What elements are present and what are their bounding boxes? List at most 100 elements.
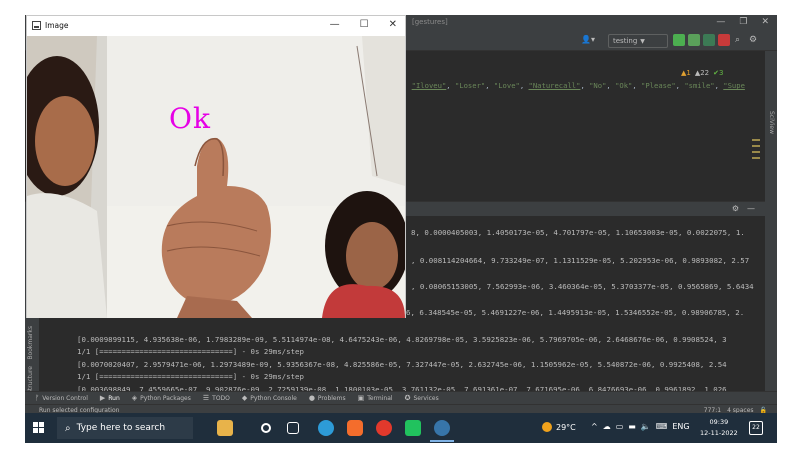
output-line: 1/1 [==============================] - 0… (77, 347, 304, 356)
output-line: 6, 6.348545e-05, 5.4691227e-06, 1.449591… (406, 308, 745, 317)
show-hidden-icons-icon[interactable]: ^ (591, 422, 598, 431)
clock-time: 09:39 (709, 418, 729, 426)
terminal-icon: ▣ (357, 394, 365, 402)
cloud-icon[interactable]: ☁ (603, 422, 611, 431)
pycharm-icon[interactable] (405, 420, 421, 436)
camera-frame: Ok (27, 36, 405, 318)
image-window-titlebar[interactable]: Image — ☐ ✕ (27, 16, 405, 36)
run-config-label: testing (613, 37, 638, 45)
search-icon[interactable]: ⌕ (735, 34, 747, 46)
language-indicator[interactable]: ENG (672, 422, 689, 431)
code-separator: , (446, 81, 455, 90)
inspection-widget[interactable]: ▲1 ▲22 ✔3 (681, 69, 723, 77)
tool-window-tabs: ᚠ Version Control ▶ Run ◈ Python Packages ☰ TOD… (25, 391, 777, 404)
tab-label: TODO (212, 394, 230, 402)
file-explorer-icon[interactable] (287, 422, 299, 434)
windows-taskbar: ⌕ Type here to search 29°C ^ ☁ ▭ ▬ 🔈 ⌨ E… (25, 413, 777, 443)
tab-label: Problems (317, 394, 346, 402)
taskbar-search-box[interactable]: ⌕ Type here to search (57, 417, 193, 439)
problems-icon: ● (308, 394, 315, 402)
network-icon[interactable]: ▭ (616, 422, 624, 431)
cortana-icon[interactable] (217, 420, 233, 436)
active-app-indicator (430, 440, 454, 442)
sun-icon (542, 422, 552, 432)
structure-tab[interactable]: Structure (27, 366, 34, 394)
windows-start-icon[interactable] (33, 422, 45, 434)
ide-close-icon[interactable]: ✕ (761, 17, 769, 27)
tab-version-control[interactable]: ᚠ Version Control (35, 394, 88, 402)
todo-icon: ☰ (202, 394, 210, 402)
sciview-tab[interactable]: SciView (768, 111, 775, 134)
version-control-icon: ᚠ (35, 394, 40, 402)
python-icon[interactable] (434, 420, 450, 436)
output-line: 8, 0.0000405003, 1.4050173e-05, 4.701797… (411, 228, 745, 237)
search-placeholder: Type here to search (76, 423, 166, 433)
code-separator: , (632, 81, 642, 90)
tab-label: Python Packages (140, 394, 191, 402)
error-stripe-marks[interactable] (752, 139, 760, 179)
weather-temp: 29°C (556, 422, 576, 432)
bookmarks-tab[interactable]: Bookmarks (27, 326, 34, 360)
output-line: [0.0009899115, 4.935638e-06, 1.7983289e-… (77, 335, 727, 344)
code-string-literal: "smile" (684, 81, 715, 90)
chevron-down-icon: ▼ (640, 37, 645, 45)
debug-icon[interactable] (688, 34, 700, 46)
ide-minimize-icon[interactable]: — (716, 17, 725, 27)
run-icon[interactable] (673, 34, 685, 46)
weather-widget[interactable]: 29°C (542, 422, 576, 432)
code-string-literal: "Naturecall" (528, 81, 581, 90)
window-icon (32, 21, 41, 30)
coverage-icon[interactable] (703, 34, 715, 46)
webcam-image (27, 36, 405, 318)
tab-label: Python Console (250, 394, 297, 402)
clock[interactable]: 09:39 12-11-2022 (700, 417, 738, 439)
code-string-literal: "Please" (641, 81, 676, 90)
close-icon[interactable]: ✕ (389, 19, 397, 30)
clock-date: 12-11-2022 (700, 429, 738, 437)
code-string-literal: "No" (589, 81, 607, 90)
code-string-literal: "Ok" (615, 81, 633, 90)
tab-terminal[interactable]: ▣ Terminal (358, 394, 393, 402)
edge-icon[interactable] (318, 420, 334, 436)
code-separator: , (519, 81, 529, 90)
brave-icon[interactable] (347, 420, 363, 436)
output-line: , 0.08065153005, 7.562993e-06, 3.460364e… (411, 282, 754, 291)
tab-run[interactable]: ▶ Run (100, 394, 120, 402)
minimize-icon[interactable]: — (330, 19, 340, 30)
hide-panel-icon[interactable]: — (747, 204, 755, 213)
notification-center-icon[interactable]: 22 (749, 421, 763, 435)
tab-label: Run (108, 394, 120, 402)
image-window-title: Image (45, 21, 69, 30)
task-view-icon[interactable] (261, 423, 271, 433)
tab-python-packages[interactable]: ◈ Python Packages (132, 394, 191, 402)
code-string-literal: "Supe (723, 81, 745, 90)
run-icon: ▶ (99, 394, 106, 402)
settings-icon[interactable]: ⚙ (749, 34, 761, 46)
tab-services[interactable]: ✪ Services (405, 394, 439, 402)
chrome-icon[interactable] (376, 420, 392, 436)
image-window-controls: — ☐ ✕ (330, 19, 397, 30)
typo-count: ✔3 (713, 69, 724, 77)
maximize-icon[interactable]: ☐ (360, 19, 369, 30)
prediction-label: Ok (169, 102, 211, 135)
tab-todo[interactable]: ☰ TODO (203, 394, 230, 402)
right-tool-strip: SciView (765, 51, 777, 391)
run-panel-tools: ⚙ — (732, 204, 755, 213)
python-packages-icon: ◈ (131, 394, 138, 402)
ide-maximize-icon[interactable]: ❐ (739, 17, 747, 27)
account-icon[interactable]: 👤▾ (581, 35, 595, 44)
tab-label: Services (413, 394, 439, 402)
output-line: , 0.008114204664, 9.733249e-07, 1.131152… (411, 256, 750, 265)
settings-icon[interactable]: ⚙ (732, 204, 739, 213)
tab-problems[interactable]: ● Problems (309, 394, 346, 402)
tab-python-console[interactable]: ◆ Python Console (242, 394, 297, 402)
code-separator: , (580, 81, 590, 90)
warning-count: ▲1 (681, 69, 691, 77)
battery-icon[interactable]: ▬ (628, 422, 636, 431)
image-window[interactable]: Image — ☐ ✕ Ok (26, 15, 406, 318)
code-line[interactable]: , "Iloveu", "Loser", "Love", "Naturecall… (403, 81, 745, 90)
keyboard-icon[interactable]: ⌨ (656, 422, 668, 431)
run-config-selector[interactable]: testing ▼ (608, 34, 668, 48)
volume-icon[interactable]: 🔈 (641, 422, 651, 431)
stop-icon[interactable] (718, 34, 730, 46)
